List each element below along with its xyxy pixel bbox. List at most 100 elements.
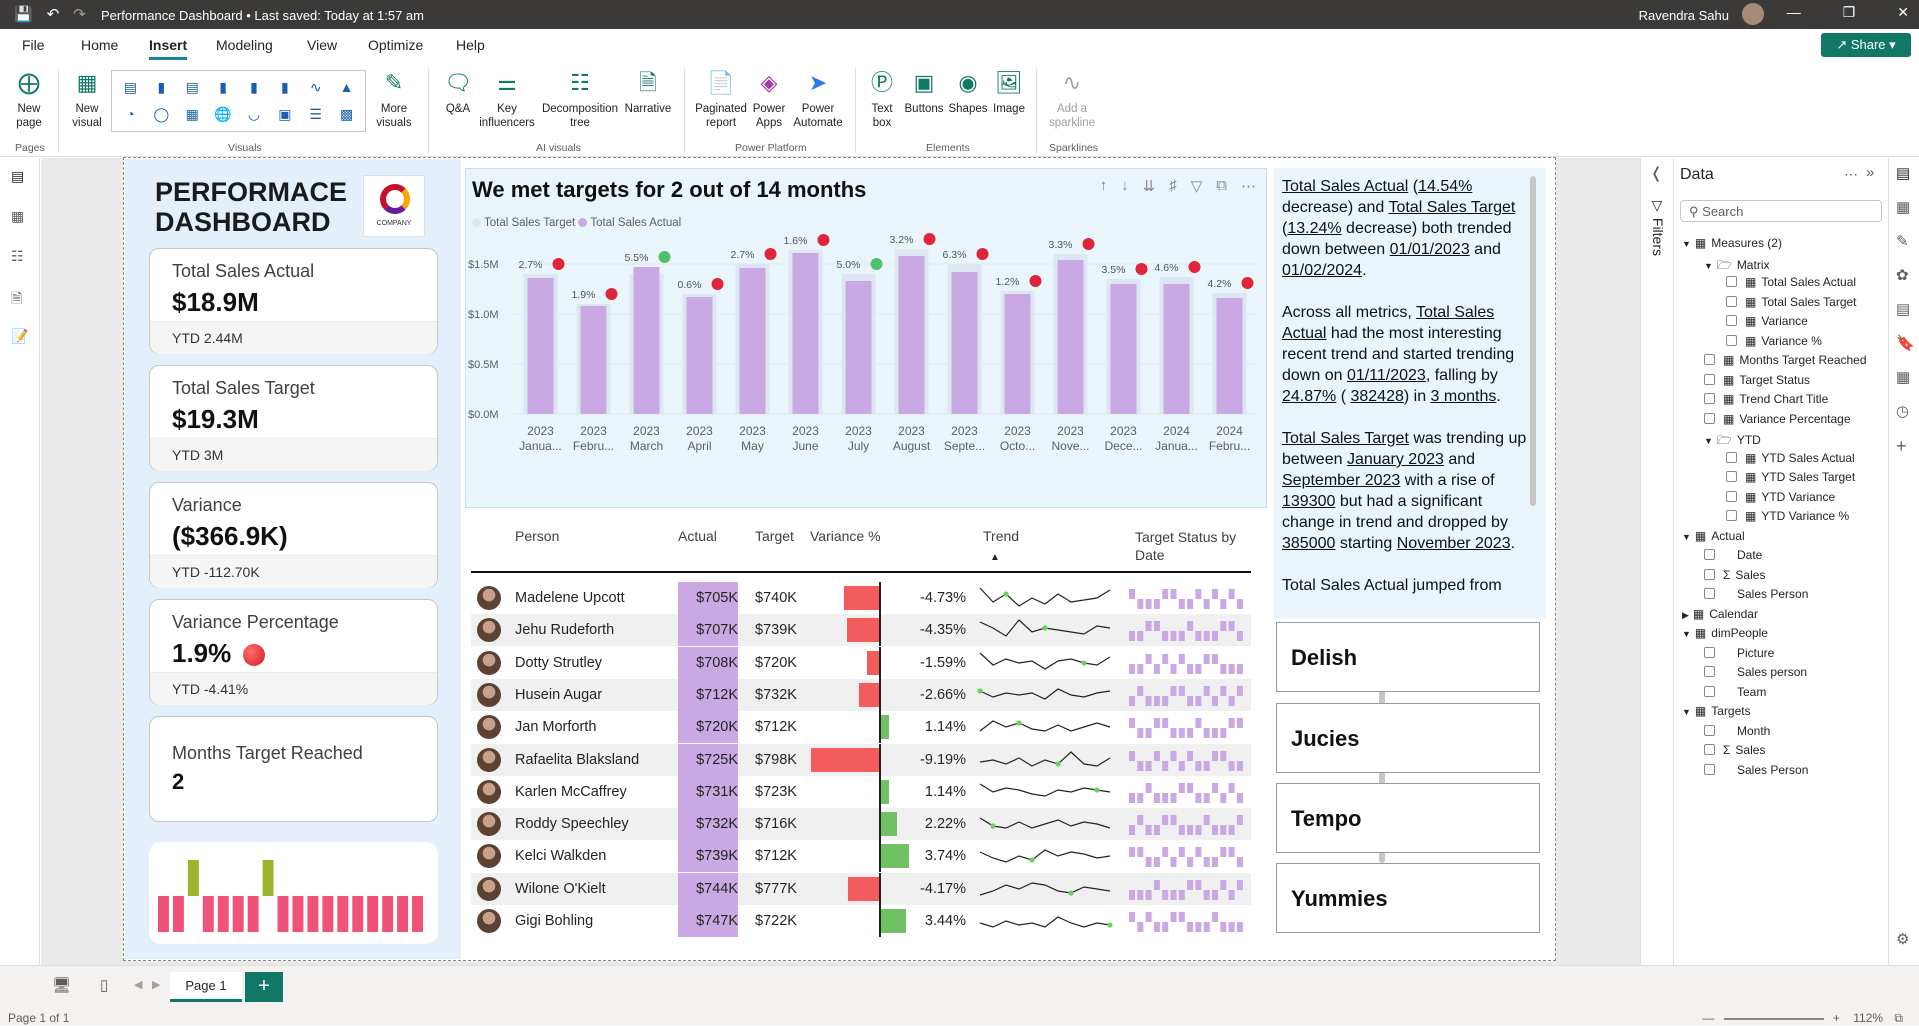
visuals-gallery[interactable]: ▤ ▮ ▤ ▮ ▮ ▮ ∿ ▲ ◔ ◯ ▦ 🌐 ◡ ▣ ☰ ▩ [111,70,366,132]
image-button[interactable]: 🖼 Image [990,68,1028,116]
table-row[interactable]: Jehu Rudeforth $707K $739K -4.35% [471,614,1251,647]
field-item[interactable]: ▦ YTD Sales Actual [1726,451,1855,465]
tab-help[interactable]: Help [456,37,485,53]
undo-icon[interactable]: ↶ [47,5,60,23]
chevron-down-icon[interactable]: ▼ [1704,436,1713,446]
model-view-icon[interactable]: ☷ [11,248,29,264]
narrative-keyword[interactable]: 01/01/2023 [1390,241,1470,258]
field-item[interactable]: ▦ Target Status [1704,373,1810,387]
zoom-level[interactable]: 112% [1853,1011,1883,1025]
page-tab-1[interactable]: Page 1 [170,972,242,1002]
field-item[interactable]: Team [1704,685,1766,699]
power-automate-button[interactable]: ➤ Power Automate [790,68,846,130]
build-visual-icon[interactable]: ▦ [1896,198,1910,216]
field-checkbox[interactable] [1704,549,1715,560]
field-checkbox[interactable] [1726,510,1737,521]
redo-icon[interactable]: ↷ [73,5,86,23]
monthly-sales-chart[interactable]: We met targets for 2 out of 14 months To… [465,168,1267,508]
collapse-filters-icon[interactable]: ❬ [1650,164,1663,182]
tab-insert[interactable]: Insert [149,37,188,60]
add-page-button[interactable]: + [245,972,283,1002]
stacked-bar-icon[interactable]: ▤ [115,74,146,101]
field-checkbox[interactable] [1726,451,1737,463]
field-item[interactable]: ▼ 🗁 Matrix [1704,256,1769,277]
chevron-down-icon[interactable]: ▼ [1704,261,1713,271]
card-icon[interactable]: ▣ [269,101,300,128]
pie-chart-icon[interactable]: ◔ [115,101,146,128]
restore-icon[interactable]: ❐ [1843,4,1856,21]
narrative-keyword[interactable]: 382428 [1350,388,1403,405]
copilot-icon[interactable]: ✿ [1896,266,1909,284]
narrative-keyword[interactable]: 385000 [1282,535,1335,552]
zoom-slider[interactable] [1723,1017,1824,1020]
chevron-down-icon[interactable]: ▼ [1682,532,1691,542]
slicer-icon[interactable]: ☰ [300,101,331,128]
field-item[interactable]: ▼ ▦ Measures (2) [1682,236,1782,250]
table-row[interactable]: Karlen McCaffrey $731K $723K 1.14% [471,775,1251,808]
table-row[interactable]: Dotty Strutley $708K $720K -1.59% [471,646,1251,679]
column-header-person[interactable]: Person [515,528,559,544]
add-pane-icon[interactable]: + [1896,436,1907,457]
filters-label[interactable]: ▽ Filters [1650,198,1666,256]
narrative-keyword[interactable]: Total Sales Actual [1282,178,1408,195]
tab-modeling[interactable]: Modeling [216,37,273,53]
sort-ascending-icon[interactable]: ▲ [990,552,1000,563]
field-item[interactable]: ▦ YTD Sales Target [1726,470,1855,484]
table-row[interactable]: Kelci Walkden $739K $712K 3.74% [471,840,1251,873]
tab-optimize[interactable]: Optimize [368,37,423,53]
fit-to-page-icon[interactable]: ⧉ [1894,1011,1903,1025]
line-chart-icon[interactable]: ∿ [300,74,331,101]
sales-person-matrix[interactable]: Person Actual Target Variance % Trend ▲ … [465,516,1267,956]
field-item[interactable]: Σ Sales [1704,568,1765,582]
narrative-keyword[interactable]: 3 months [1431,388,1497,405]
field-checkbox[interactable] [1726,295,1737,307]
field-item[interactable]: Sales person [1704,665,1807,679]
narrative-keyword[interactable]: 01/11/2023 [1347,367,1426,384]
qa-button[interactable]: 🗨 Q&A [440,68,476,116]
field-item[interactable]: ▼ ▦ dimPeople [1682,626,1768,640]
field-item[interactable]: ▼ 🗁 YTD [1704,431,1761,452]
column-header-variance[interactable]: Variance % [810,528,881,544]
field-item[interactable]: ▦ Variance Percentage [1704,412,1851,426]
table-row[interactable]: Wilone O'Kielt $744K $777K -4.17% [471,872,1251,905]
field-item[interactable]: ▦ Trend Chart Title [1704,392,1828,406]
field-checkbox[interactable] [1704,568,1715,580]
field-checkbox[interactable] [1704,685,1715,697]
shapes-button[interactable]: ◉ Shapes [948,68,988,116]
table-row[interactable]: Gigi Bohling $747K $722K 3.44% [471,905,1251,937]
field-checkbox[interactable] [1726,334,1737,346]
field-checkbox[interactable] [1704,412,1715,424]
smart-narrative[interactable]: Total Sales Actual (14.54% decrease) and… [1274,168,1546,618]
column-header-trend[interactable]: Trend [983,528,1019,544]
table-row[interactable]: Roddy Speechley $732K $716K 2.22% [471,808,1251,841]
narrative-keyword[interactable]: Total Sales Target [1388,199,1515,216]
tab-file[interactable]: File [22,37,45,53]
slicer-delish[interactable]: Delish [1276,622,1540,692]
field-item[interactable]: ▦ YTD Variance [1726,490,1835,504]
document-title[interactable]: Performance Dashboard • Last saved: Toda… [101,8,424,23]
collapse-pane-icon[interactable]: » [1866,164,1874,181]
data-search-input[interactable]: ⚲ Search [1680,200,1882,222]
field-checkbox[interactable] [1704,724,1715,736]
table-row[interactable]: Husein Augar $712K $732K -2.66% [471,678,1251,711]
field-item[interactable]: ▶ ▦ Calendar [1682,607,1758,621]
mobile-view-icon[interactable]: ▯ [100,976,108,994]
bookmarks-icon[interactable]: 🔖 [1896,334,1915,352]
more-options-icon[interactable]: ⋯ [1844,166,1858,183]
user-avatar[interactable] [1742,3,1764,25]
selection-icon[interactable]: ▦ [1896,368,1910,386]
field-checkbox[interactable] [1726,315,1737,326]
field-item[interactable]: ▦ YTD Variance % [1726,509,1849,523]
narrative-keyword[interactable]: 13.24% [1287,220,1341,237]
tmdl-view-icon[interactable]: 📝 [11,328,29,344]
next-page-icon[interactable]: ▶ [152,978,160,991]
narrative-button[interactable]: 🗎 Narrative [622,68,674,116]
slicer-jucies[interactable]: Jucies [1276,703,1540,773]
field-checkbox[interactable] [1704,646,1715,658]
field-checkbox[interactable] [1704,666,1715,677]
add-sparkline-button[interactable]: ∿ Add a sparkline [1046,68,1098,130]
table-row[interactable]: Rafaelita Blaksland $725K $798K -9.19% [471,743,1251,776]
field-checkbox[interactable] [1704,744,1715,755]
clustered-column-icon[interactable]: ▮ [208,74,239,101]
new-visual-button[interactable]: ▦ New visual [66,68,108,130]
